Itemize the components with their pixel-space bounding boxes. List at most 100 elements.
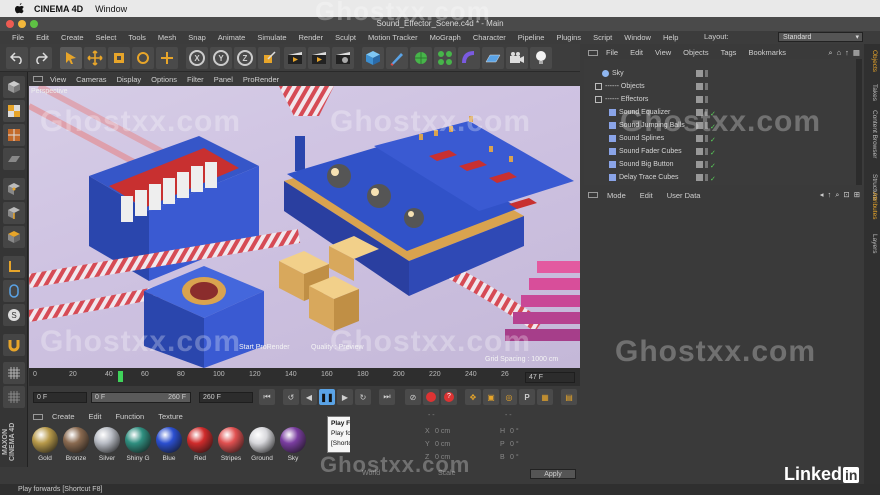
start-prorender-link[interactable]: Start ProRender bbox=[239, 344, 290, 351]
menu-file[interactable]: File bbox=[6, 33, 30, 42]
object-name[interactable]: Delay Trace Cubes bbox=[619, 171, 679, 184]
keyframe-selection-button[interactable]: ? bbox=[441, 389, 457, 405]
x-position-field[interactable]: 0 cm bbox=[435, 428, 450, 435]
menu-edit[interactable]: Edit bbox=[30, 33, 55, 42]
redo-button[interactable] bbox=[30, 47, 52, 69]
rotate-tool-button[interactable] bbox=[132, 47, 154, 69]
material-swatch[interactable]: Red bbox=[186, 427, 214, 462]
object-name[interactable]: ------ Objects bbox=[605, 80, 645, 93]
go-to-start-button[interactable]: ⏮ bbox=[259, 389, 275, 405]
next-key-button[interactable]: ↻ bbox=[355, 389, 371, 405]
lock-icon[interactable]: ⊡ bbox=[843, 190, 849, 200]
magnet-button[interactable] bbox=[3, 334, 25, 356]
object-row[interactable]: Sky bbox=[584, 67, 856, 80]
visibility-toggles[interactable]: ✓ bbox=[696, 160, 720, 170]
back-arrow-icon[interactable]: ◂ bbox=[820, 190, 824, 200]
visibility-toggles[interactable] bbox=[696, 82, 720, 91]
tweak-mode-button[interactable] bbox=[3, 280, 25, 302]
menu-select[interactable]: Select bbox=[90, 33, 123, 42]
floor-button[interactable] bbox=[482, 47, 504, 69]
camera-button[interactable] bbox=[506, 47, 528, 69]
close-window-icon[interactable] bbox=[6, 20, 14, 28]
menu-sculpt[interactable]: Sculpt bbox=[329, 33, 362, 42]
menu-simulate[interactable]: Simulate bbox=[251, 33, 292, 42]
z-axis-button[interactable]: Z bbox=[234, 47, 256, 69]
material-swatch[interactable]: Gold bbox=[31, 427, 59, 462]
visibility-toggles[interactable]: ✓ bbox=[696, 147, 720, 157]
menu-help[interactable]: Help bbox=[657, 33, 684, 42]
pen-spline-button[interactable] bbox=[386, 47, 408, 69]
viewport-menu-cameras[interactable]: Cameras bbox=[71, 75, 111, 84]
up-arrow-icon[interactable]: ↑ bbox=[827, 190, 831, 200]
side-tab-layers[interactable]: Layers bbox=[866, 234, 878, 254]
visibility-toggles[interactable] bbox=[696, 95, 720, 104]
om-menu-bookmarks[interactable]: Bookmarks bbox=[742, 48, 792, 57]
menu-script[interactable]: Script bbox=[587, 33, 618, 42]
b-rotation-field[interactable]: 0 ° bbox=[510, 454, 519, 461]
object-name[interactable]: Sound Big Button bbox=[619, 158, 674, 171]
menu-mograph[interactable]: MoGraph bbox=[424, 33, 467, 42]
om-menu-objects[interactable]: Objects bbox=[677, 48, 714, 57]
y-position-field[interactable]: 0 cm bbox=[435, 441, 450, 448]
menu-create[interactable]: Create bbox=[55, 33, 90, 42]
viewport-menu-filter[interactable]: Filter bbox=[182, 75, 209, 84]
edges-mode-button[interactable] bbox=[3, 202, 25, 224]
viewport-menu-display[interactable]: Display bbox=[112, 75, 147, 84]
side-tab-takes[interactable]: Takes bbox=[866, 84, 878, 101]
object-name[interactable]: Sound Fader Cubes bbox=[619, 145, 682, 158]
menu-snap[interactable]: Snap bbox=[182, 33, 212, 42]
search-icon[interactable]: ⌕ bbox=[835, 190, 839, 200]
go-to-end-button[interactable]: ⏭ bbox=[379, 389, 395, 405]
workplane-button[interactable] bbox=[3, 148, 25, 170]
recent-tool-button[interactable] bbox=[156, 47, 178, 69]
material-config-icon[interactable] bbox=[33, 413, 43, 420]
next-frame-button[interactable]: ▶ bbox=[337, 389, 353, 405]
axis-mode-button[interactable] bbox=[3, 256, 25, 278]
p-rotation-field[interactable]: 0 ° bbox=[510, 441, 519, 448]
undo-button[interactable] bbox=[6, 47, 28, 69]
viewport-menu-view[interactable]: View bbox=[45, 75, 71, 84]
render-picture-viewer-button[interactable] bbox=[308, 47, 330, 69]
material-menu-create[interactable]: Create bbox=[45, 412, 82, 421]
object-name[interactable]: Sky bbox=[612, 67, 624, 80]
mac-menu-window[interactable]: Window bbox=[95, 4, 127, 14]
material-swatch[interactable]: Shiny G bbox=[124, 427, 152, 462]
material-menu-function[interactable]: Function bbox=[108, 412, 151, 421]
side-tab-attributes[interactable]: Attributes bbox=[866, 192, 878, 219]
previous-key-button[interactable]: ↺ bbox=[283, 389, 299, 405]
side-tab-objects[interactable]: Objects bbox=[866, 50, 878, 72]
visibility-toggles[interactable] bbox=[696, 69, 720, 78]
home-icon[interactable]: ⌂ bbox=[837, 48, 842, 58]
texture-mode-button[interactable] bbox=[3, 124, 25, 146]
material-swatch[interactable]: Silver bbox=[93, 427, 121, 462]
start-frame-field[interactable]: 0 F bbox=[33, 392, 87, 403]
search-icon[interactable]: ⌕ bbox=[828, 48, 832, 58]
make-editable-button[interactable] bbox=[3, 76, 25, 98]
menu-render[interactable]: Render bbox=[293, 33, 330, 42]
side-tab-content-browser[interactable]: Content Browser bbox=[866, 110, 878, 158]
current-frame-field[interactable]: 47 F bbox=[525, 372, 575, 383]
om-menu-file[interactable]: File bbox=[600, 48, 624, 57]
live-selection-button[interactable] bbox=[60, 47, 82, 69]
h-rotation-field[interactable]: 0 ° bbox=[510, 428, 519, 435]
model-mode-button[interactable] bbox=[3, 100, 25, 122]
grid-view-icon[interactable]: ▦ bbox=[853, 48, 860, 58]
points-mode-button[interactable] bbox=[3, 178, 25, 200]
coordinate-system-button[interactable] bbox=[258, 47, 280, 69]
grid-button[interactable] bbox=[3, 362, 25, 384]
position-key-button[interactable]: ✥ bbox=[465, 389, 481, 405]
om-menu-view[interactable]: View bbox=[649, 48, 677, 57]
maximize-window-icon[interactable] bbox=[30, 20, 38, 28]
material-swatch[interactable]: Sky bbox=[279, 427, 307, 462]
move-tool-button[interactable] bbox=[84, 47, 106, 69]
visibility-toggles[interactable]: ✓ bbox=[696, 173, 720, 183]
autokeying-button[interactable] bbox=[423, 389, 439, 405]
material-swatch[interactable]: Stripes bbox=[217, 427, 245, 462]
minimize-window-icon[interactable] bbox=[18, 20, 26, 28]
menu-motion-tracker[interactable]: Motion Tracker bbox=[362, 33, 424, 42]
point-level-key-button[interactable]: ▦ bbox=[537, 389, 553, 405]
mograph-cloner-button[interactable] bbox=[434, 47, 456, 69]
play-forwards-button[interactable]: ❚❚ bbox=[319, 389, 335, 405]
object-tree-scrollbar[interactable] bbox=[856, 59, 862, 185]
end-frame-field[interactable]: 260 F bbox=[199, 392, 253, 403]
